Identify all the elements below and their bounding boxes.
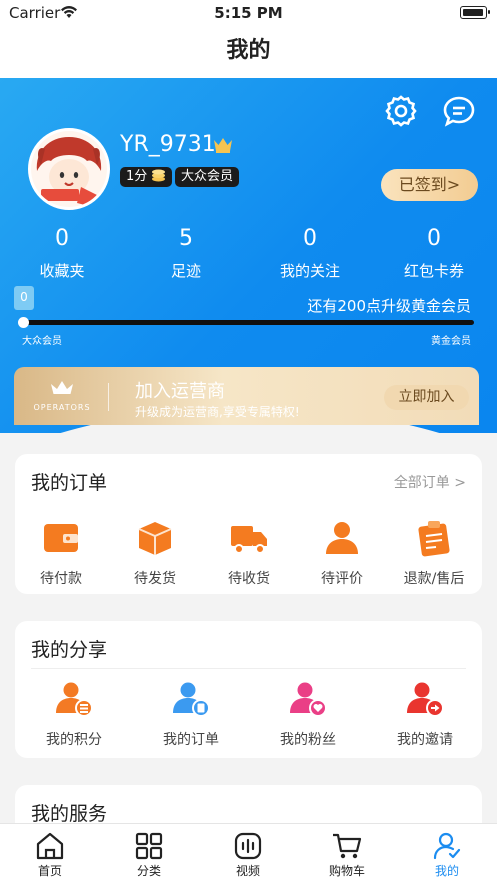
tab-label: 首页 bbox=[37, 864, 62, 878]
operator-crown-icon bbox=[51, 381, 73, 394]
status-bar: Carrier 5:15 PM bbox=[0, 0, 497, 26]
order-item-label: 待付款 bbox=[40, 571, 82, 587]
orders-title: 我的订单 bbox=[31, 472, 108, 494]
level-start-label: 大众会员 bbox=[22, 336, 62, 347]
order-pending-shipment[interactable]: 待发货 bbox=[110, 518, 200, 588]
order-refund[interactable]: 退款/售后 bbox=[389, 518, 479, 588]
share-card: 我的分享 我的积分 我的订单 我的粉丝 我的邀请 bbox=[15, 621, 482, 758]
share-item-label: 我的订单 bbox=[163, 732, 219, 748]
user-invite-icon bbox=[407, 682, 444, 717]
settings-gear-icon[interactable] bbox=[384, 94, 418, 128]
user-order-icon bbox=[173, 682, 210, 717]
video-icon bbox=[234, 832, 262, 860]
share-item-label: 我的积分 bbox=[46, 732, 102, 748]
services-title: 我的服务 bbox=[31, 803, 108, 825]
operator-banner[interactable]: OPERATORS 加入运营商 升级成为运营商,享受专属特权! 立即加入 bbox=[14, 367, 479, 425]
order-item-label: 待评价 bbox=[321, 571, 363, 587]
home-icon bbox=[36, 832, 64, 860]
truck-icon bbox=[231, 526, 267, 554]
stat-footprints[interactable]: 5 足迹 bbox=[136, 226, 236, 281]
clipboard-icon bbox=[418, 521, 450, 557]
tab-cart[interactable]: 购物车 bbox=[297, 824, 397, 879]
tab-label: 购物车 bbox=[328, 864, 365, 878]
box-icon bbox=[138, 522, 172, 555]
operator-join-button[interactable]: 立即加入 bbox=[384, 385, 469, 410]
profile-icon bbox=[433, 832, 461, 860]
share-title: 我的分享 bbox=[31, 639, 108, 661]
user-points-icon bbox=[56, 682, 93, 717]
user-fans-icon bbox=[290, 682, 327, 717]
wallet-icon bbox=[44, 524, 78, 552]
share-orders[interactable]: 我的订单 bbox=[146, 679, 236, 749]
operator-divider bbox=[108, 383, 109, 411]
operator-title: 加入运营商 bbox=[135, 381, 225, 402]
share-item-label: 我的邀请 bbox=[397, 732, 453, 748]
stat-label: 我的关注 bbox=[279, 262, 340, 280]
level-progress-track bbox=[22, 320, 474, 325]
avatar-illustration bbox=[31, 131, 107, 207]
stat-value: 0 bbox=[55, 226, 69, 251]
order-pending-review[interactable]: 待评价 bbox=[297, 518, 387, 588]
clock: 5:15 PM bbox=[214, 4, 283, 22]
order-pending-payment[interactable]: 待付款 bbox=[16, 518, 106, 588]
stat-following[interactable]: 0 我的关注 bbox=[260, 226, 360, 281]
points-badge: 1分 bbox=[120, 167, 173, 187]
member-badge: 大众会员 bbox=[175, 167, 240, 187]
share-invites[interactable]: 我的邀请 bbox=[380, 679, 470, 749]
battery-icon bbox=[460, 6, 490, 19]
tab-label: 分类 bbox=[136, 864, 161, 878]
share-points[interactable]: 我的积分 bbox=[29, 679, 119, 749]
stat-label: 红包卡券 bbox=[403, 262, 464, 280]
tab-label: 我的 bbox=[434, 864, 459, 878]
level-points-bubble: 0 bbox=[14, 286, 34, 310]
operator-logo-text: OPERATORS bbox=[33, 403, 91, 412]
crown-icon bbox=[214, 138, 232, 153]
bottom-tab-bar: 首页 分类 视频 购物车 我的 bbox=[0, 823, 497, 883]
message-bubble-icon[interactable] bbox=[442, 94, 476, 128]
level-end-label: 黄金会员 bbox=[431, 336, 471, 347]
page-title: 我的 bbox=[0, 26, 497, 78]
user-review-icon bbox=[326, 522, 358, 554]
category-icon bbox=[135, 832, 163, 860]
stat-value: 0 bbox=[303, 226, 317, 251]
coin-stack-icon bbox=[152, 169, 166, 182]
level-progress-knob bbox=[18, 317, 29, 328]
stat-label: 足迹 bbox=[170, 262, 201, 280]
share-divider bbox=[31, 668, 466, 669]
tab-video[interactable]: 视频 bbox=[198, 824, 298, 879]
operator-subtitle: 升级成为运营商,享受专属特权! bbox=[135, 405, 300, 419]
order-pending-receipt[interactable]: 待收货 bbox=[204, 518, 294, 588]
stat-coupons[interactable]: 0 红包卡券 bbox=[384, 226, 484, 281]
signin-button[interactable]: 已签到> bbox=[381, 169, 478, 201]
stat-value: 5 bbox=[179, 226, 193, 251]
avatar[interactable] bbox=[28, 128, 110, 210]
tab-profile[interactable]: 我的 bbox=[397, 824, 497, 879]
stat-value: 0 bbox=[427, 226, 441, 251]
cart-icon bbox=[333, 833, 362, 859]
order-item-label: 退款/售后 bbox=[403, 571, 465, 587]
stat-favorites[interactable]: 0 收藏夹 bbox=[12, 226, 112, 281]
tab-label: 视频 bbox=[235, 864, 260, 878]
tab-category[interactable]: 分类 bbox=[99, 824, 199, 879]
order-item-label: 待发货 bbox=[134, 571, 176, 587]
username: YR_9731 bbox=[120, 132, 216, 157]
orders-card: 我的订单 全部订单 > 待付款 待发货 待收货 待评价 退款/售后 bbox=[15, 454, 482, 594]
share-fans[interactable]: 我的粉丝 bbox=[263, 679, 353, 749]
operator-logo: OPERATORS bbox=[32, 379, 92, 412]
points-badge-label: 1分 bbox=[126, 169, 148, 184]
all-orders-link[interactable]: 全部订单 > bbox=[394, 472, 466, 492]
share-item-label: 我的粉丝 bbox=[280, 732, 336, 748]
upgrade-tip: 还有200点升级黄金会员 bbox=[307, 297, 471, 315]
tab-home[interactable]: 首页 bbox=[0, 824, 100, 879]
order-item-label: 待收货 bbox=[228, 571, 270, 587]
stat-label: 收藏夹 bbox=[39, 262, 85, 280]
